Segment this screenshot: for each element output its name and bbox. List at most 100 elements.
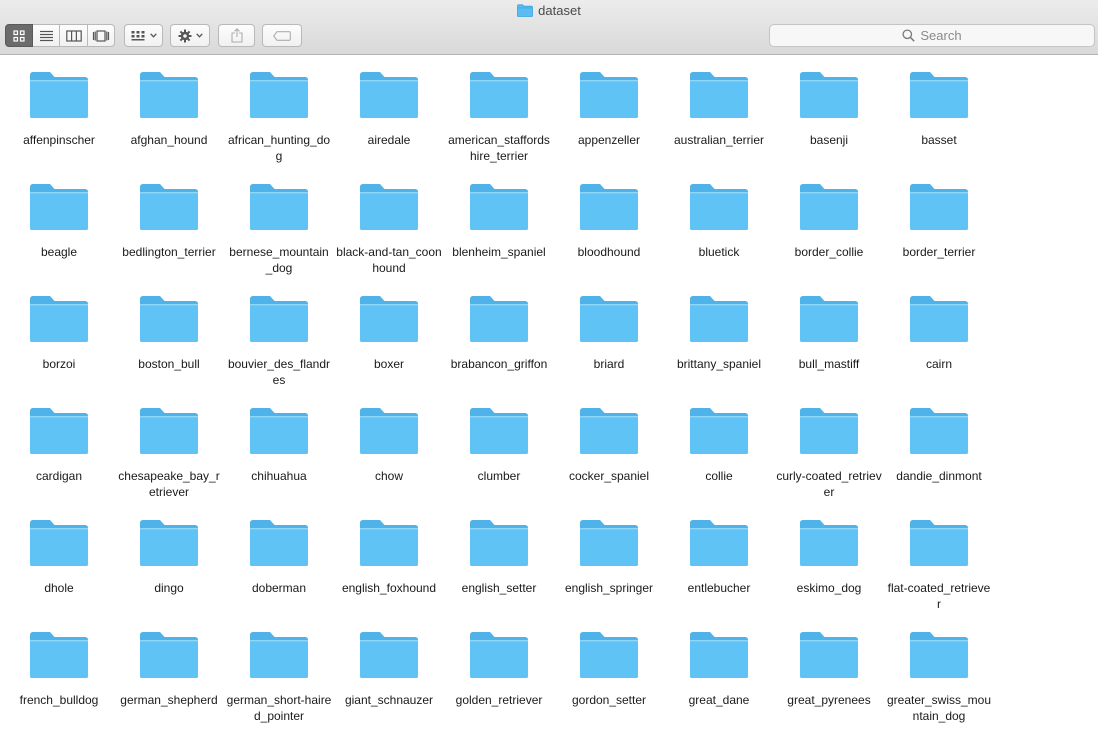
folder-item[interactable]: english_foxhound xyxy=(334,516,444,628)
folder-icon xyxy=(798,70,860,120)
folder-icon xyxy=(908,182,970,232)
folder-item[interactable]: curly-coated_retriever xyxy=(774,404,884,516)
folder-item[interactable]: beagle xyxy=(4,180,114,292)
folder-name: bloodhound xyxy=(577,245,641,259)
folder-item[interactable]: bouvier_des_flandres xyxy=(224,292,334,404)
folder-item[interactable]: dandie_dinmont xyxy=(884,404,994,516)
folder-item[interactable]: afghan_hound xyxy=(114,68,224,180)
folder-name: curly-coated_retriever xyxy=(776,469,882,499)
folder-item[interactable]: bedlington_terrier xyxy=(114,180,224,292)
folder-item[interactable]: borzoi xyxy=(4,292,114,404)
folder-name: english_springer xyxy=(564,581,654,595)
folder-item[interactable]: cardigan xyxy=(4,404,114,516)
folder-item[interactable]: english_setter xyxy=(444,516,554,628)
tags-button[interactable] xyxy=(262,24,302,47)
folder-item[interactable]: doberman xyxy=(224,516,334,628)
folder-item[interactable]: great_dane xyxy=(664,628,774,734)
folder-icon xyxy=(468,294,530,344)
folder-name: cocker_spaniel xyxy=(568,469,650,483)
folder-item[interactable]: briard xyxy=(554,292,664,404)
gallery-view-button[interactable] xyxy=(88,24,115,47)
folder-item[interactable]: english_springer xyxy=(554,516,664,628)
folder-item[interactable]: bloodhound xyxy=(554,180,664,292)
list-view-button[interactable] xyxy=(33,24,60,47)
folder-item[interactable]: bull_mastiff xyxy=(774,292,884,404)
folder-icon xyxy=(138,406,200,456)
folder-item[interactable]: greater_swiss_mountain_dog xyxy=(884,628,994,734)
folder-icon xyxy=(358,518,420,568)
folder-item[interactable]: bluetick xyxy=(664,180,774,292)
folder-item[interactable]: cocker_spaniel xyxy=(554,404,664,516)
arrange-grid-icon xyxy=(131,30,144,40)
folder-name: german_short-haired_pointer xyxy=(226,693,332,723)
folder-name: great_dane xyxy=(688,693,750,707)
folder-item[interactable]: great_pyrenees xyxy=(774,628,884,734)
folder-item[interactable]: basenji xyxy=(774,68,884,180)
folder-item[interactable]: gordon_setter xyxy=(554,628,664,734)
folder-icon xyxy=(468,182,530,232)
gallery-icon xyxy=(92,29,110,42)
folder-item[interactable]: chihuahua xyxy=(224,404,334,516)
folder-icon xyxy=(688,182,750,232)
folder-item[interactable]: airedale xyxy=(334,68,444,180)
folder-icon xyxy=(468,630,530,680)
folder-icon xyxy=(248,406,310,456)
folder-icon xyxy=(138,518,200,568)
folder-name: bernese_mountain_dog xyxy=(229,245,329,275)
folder-item[interactable]: dhole xyxy=(4,516,114,628)
folder-item[interactable]: german_short-haired_pointer xyxy=(224,628,334,734)
share-icon xyxy=(230,28,243,43)
folder-item[interactable]: german_shepherd xyxy=(114,628,224,734)
folder-item[interactable]: brittany_spaniel xyxy=(664,292,774,404)
folder-item[interactable]: cairn xyxy=(884,292,994,404)
folder-item[interactable]: australian_terrier xyxy=(664,68,774,180)
folder-item[interactable]: chesapeake_bay_retriever xyxy=(114,404,224,516)
folder-item[interactable]: border_collie xyxy=(774,180,884,292)
column-view-button[interactable] xyxy=(60,24,88,47)
folder-item[interactable]: giant_schnauzer xyxy=(334,628,444,734)
folder-name: english_foxhound xyxy=(341,581,437,595)
folder-item[interactable]: brabancon_griffon xyxy=(444,292,554,404)
folder-name: bluetick xyxy=(698,245,740,259)
folder-icon xyxy=(688,294,750,344)
share-button[interactable] xyxy=(218,24,255,47)
folder-item[interactable]: african_hunting_dog xyxy=(224,68,334,180)
folder-item[interactable]: eskimo_dog xyxy=(774,516,884,628)
action-button[interactable] xyxy=(170,24,210,47)
folder-item[interactable]: french_bulldog xyxy=(4,628,114,734)
columns-icon xyxy=(65,29,82,42)
folder-item[interactable]: boston_bull xyxy=(114,292,224,404)
folder-item[interactable]: entlebucher xyxy=(664,516,774,628)
folder-item[interactable]: boxer xyxy=(334,292,444,404)
file-browser-content: affenpinscher afghan_hound african_hunti… xyxy=(0,56,1098,734)
grid-icon xyxy=(13,29,25,42)
folder-item[interactable]: basset xyxy=(884,68,994,180)
folder-name: dandie_dinmont xyxy=(896,469,982,483)
folder-item[interactable]: appenzeller xyxy=(554,68,664,180)
folder-item[interactable]: chow xyxy=(334,404,444,516)
folder-item[interactable]: black-and-tan_coonhound xyxy=(334,180,444,292)
folder-item[interactable]: blenheim_spaniel xyxy=(444,180,554,292)
folder-item[interactable]: affenpinscher xyxy=(4,68,114,180)
icon-view-button[interactable] xyxy=(5,24,33,47)
arrange-button[interactable] xyxy=(124,24,163,47)
folder-item[interactable]: dingo xyxy=(114,516,224,628)
tag-icon xyxy=(273,30,291,41)
folder-icon xyxy=(28,182,90,232)
folder-item[interactable]: bernese_mountain_dog xyxy=(224,180,334,292)
search-placeholder: Search xyxy=(920,28,962,43)
search-field[interactable]: Search xyxy=(769,24,1095,47)
folder-item[interactable]: american_staffordshire_terrier xyxy=(444,68,554,180)
window-title-text: dataset xyxy=(538,3,581,18)
folder-name: greater_swiss_mountain_dog xyxy=(886,693,992,723)
folder-item[interactable]: collie xyxy=(664,404,774,516)
folder-icon xyxy=(798,518,860,568)
folder-item[interactable]: border_terrier xyxy=(884,180,994,292)
folder-name: border_terrier xyxy=(902,245,976,259)
folder-icon xyxy=(798,182,860,232)
folder-name: doberman xyxy=(251,581,307,595)
folder-name: great_pyrenees xyxy=(787,693,871,707)
folder-item[interactable]: golden_retriever xyxy=(444,628,554,734)
folder-item[interactable]: clumber xyxy=(444,404,554,516)
folder-item[interactable]: flat-coated_retriever xyxy=(884,516,994,628)
